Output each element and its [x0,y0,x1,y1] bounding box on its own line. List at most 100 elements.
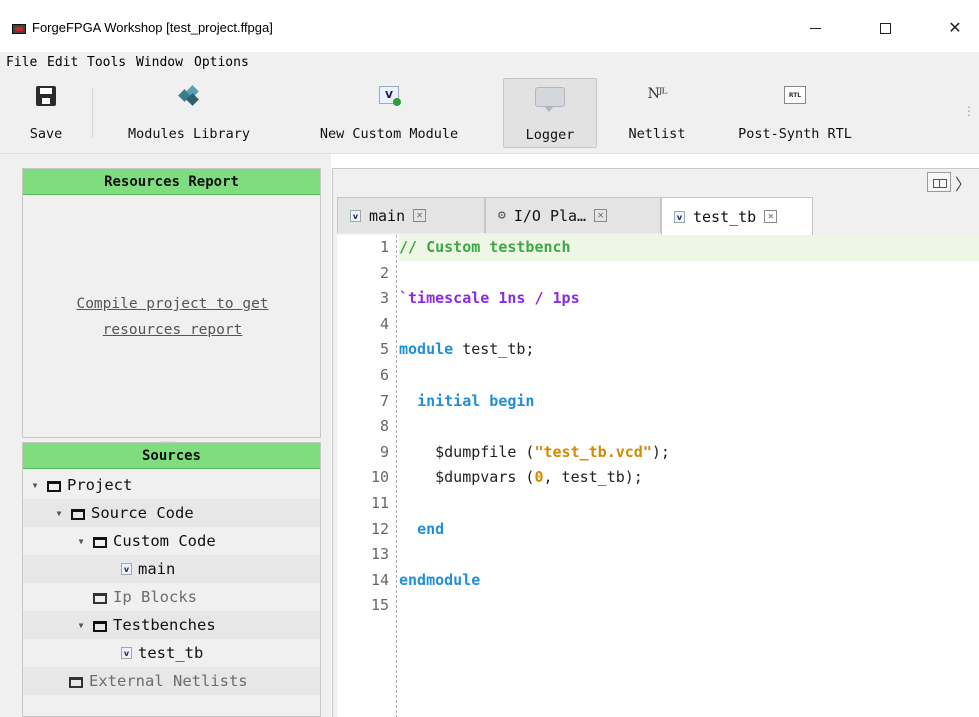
menu-bar: File Edit Tools Window Options [0,52,979,74]
tab-main-label: main [369,206,406,225]
post-synth-rtl-label: Post-Synth RTL [738,126,852,142]
tree-item-custom-code[interactable]: ▼ Custom Code [23,527,320,555]
toolbar-separator [92,88,93,138]
logger-label: Logger [525,127,575,143]
line-number: 8 [379,417,389,436]
tab-test-tb[interactable]: v test_tb ✕ [661,197,813,235]
new-module-icon: V [379,86,401,106]
tree-item-ip-blocks[interactable]: Ip Blocks [23,583,320,611]
code-line-9: $dumpfile ("test_tb.vcd"); [399,440,979,466]
window-title: ForgeFPGA Workshop [test_project.ffpga] [32,20,273,35]
tree-label-main: main [138,560,176,578]
modules-library-icon [178,85,199,106]
tree-item-source-code[interactable]: ▼ Source Code [23,499,320,527]
logger-button[interactable]: Logger [503,78,597,148]
tab-io-planner[interactable]: ⚙ I/O Pla… ✕ [485,197,661,233]
tree-item-test-tb[interactable]: v test_tb [23,639,320,667]
app-icon [12,24,26,34]
menu-options[interactable]: Options [194,55,249,70]
post-synth-rtl-button[interactable]: RTL Post-Synth RTL [722,78,868,148]
identifier-token: ); [651,442,670,461]
compile-project-link[interactable]: Compile project to get resources report [23,291,322,343]
chevron-right-icon[interactable]: 〉 [955,171,971,195]
io-planner-icon: ⚙ [498,208,506,223]
menu-file[interactable]: File [6,55,37,70]
sources-panel: Sources ▼ Project ▼ Source Code ▼ Custom… [22,442,321,717]
code-editor[interactable]: 1 2 3 4 5 6 7 8 9 10 11 12 13 14 15 // C… [337,235,979,717]
tab-close-icon[interactable]: ✕ [594,209,608,222]
minimize-icon [809,27,821,29]
tree-label-testbenches: Testbenches [113,616,216,634]
tree-item-main[interactable]: v main [23,555,320,583]
tab-main[interactable]: v main ✕ [337,197,485,233]
sources-tree: ▼ Project ▼ Source Code ▼ Custom Code v … [23,471,320,695]
keyword-token: initial begin [417,391,535,410]
identifier-token: , test_tb); [543,468,643,487]
compile-message-line2: resources report [102,322,243,338]
maximize-icon [879,22,891,34]
maximize-button[interactable] [863,14,907,42]
comment-token: // Custom testbench [399,238,571,256]
close-icon: ✕ [948,18,962,37]
tree-item-external-netlists[interactable]: External Netlists [23,667,320,695]
tab-test-tb-label: test_tb [693,207,757,226]
code-text[interactable]: // Custom testbench `timescale 1ns / 1ps… [399,235,979,619]
toolbar-overflow-icon[interactable]: ⋮ [963,104,975,118]
close-button[interactable]: ✕ [933,14,977,42]
save-button[interactable]: Save [18,78,74,148]
minimize-button[interactable] [793,14,837,42]
gutter-divider [396,235,397,717]
resources-report-panel: Resources Report Compile project to get … [22,168,321,438]
menu-edit[interactable]: Edit [47,55,78,70]
folder-icon [71,508,85,520]
line-number: 2 [379,263,389,282]
code-line-10: $dumpvars (0, test_tb); [399,465,979,491]
new-custom-module-label: New Custom Module [319,126,459,142]
code-line-7: initial begin [399,389,979,415]
verilog-file-icon: v [350,209,361,222]
split-view-button[interactable] [927,172,951,192]
folder-icon [69,676,83,688]
modules-library-button[interactable]: Modules Library [104,78,274,148]
line-number: 3 [379,289,389,308]
left-panel: Resources Report Compile project to get … [0,154,331,717]
editor-panel: 〉 v main ✕ ⚙ I/O Pla… ✕ v test_tb ✕ 1 2 … [332,168,979,717]
speech-bubble-icon [535,87,565,112]
save-label: Save [29,126,63,142]
verilog-file-icon: v [674,210,685,223]
line-number: 7 [379,391,389,410]
keyword-token: end [417,519,445,538]
tab-close-icon[interactable]: ✕ [764,210,778,223]
line-number: 6 [379,365,389,384]
line-number: 13 [370,545,389,564]
resources-report-header: Resources Report [23,169,320,195]
toolbar: Save Modules Library V New Custom Module… [0,74,979,154]
folder-icon [93,620,107,632]
sources-header: Sources [23,443,320,469]
identifier-token: $dumpvars ( [435,468,535,487]
verilog-file-icon: v [121,563,132,575]
menu-tools[interactable]: Tools [87,55,126,70]
expand-arrow-icon[interactable]: ▼ [53,509,65,518]
line-number-gutter: 1 2 3 4 5 6 7 8 9 10 11 12 13 14 15 [337,235,395,717]
new-custom-module-button[interactable]: V New Custom Module [296,78,482,148]
tree-label-custom-code: Custom Code [113,532,216,550]
folder-icon [93,536,107,548]
tree-item-project[interactable]: ▼ Project [23,471,320,499]
menu-window[interactable]: Window [136,55,183,70]
folder-icon [93,592,107,604]
line-number: 9 [379,442,389,461]
tab-close-icon[interactable]: ✕ [413,209,427,222]
tree-label-project: Project [67,476,133,494]
tree-item-testbenches[interactable]: ▼ Testbenches [23,611,320,639]
code-line-3: `timescale 1ns / 1ps [399,286,979,312]
expand-arrow-icon[interactable]: ▼ [75,621,87,630]
netlist-button[interactable]: Nᴶᴸ Netlist [616,78,698,148]
expand-arrow-icon[interactable]: ▼ [75,537,87,546]
line-number: 10 [370,468,389,487]
expand-arrow-icon[interactable]: ▼ [29,481,41,490]
